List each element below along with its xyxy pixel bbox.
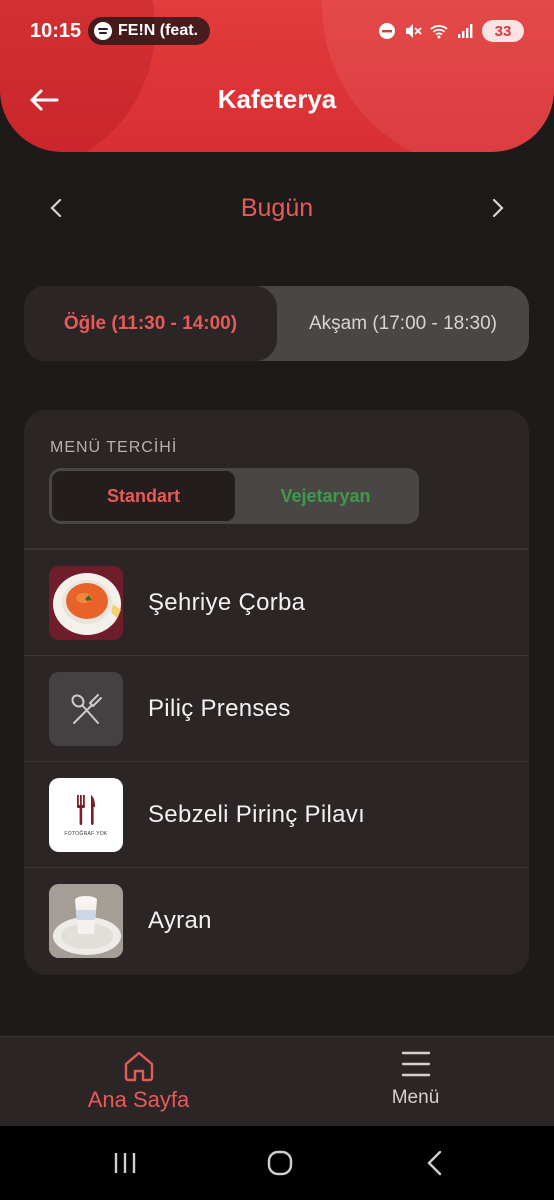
nav-home-button[interactable]: Ana Sayfa	[0, 1037, 277, 1127]
app-header: 10:15 FE!N (feat. 33 Kafeterya	[0, 0, 554, 152]
menu-item-name: Piliç Prenses	[148, 694, 291, 722]
status-icons: 33	[378, 20, 524, 42]
menu-item-name: Ayran	[148, 907, 212, 934]
home-icon	[124, 1051, 153, 1082]
signal-icon	[458, 24, 473, 38]
nav-menu-button[interactable]: Menü	[277, 1037, 554, 1127]
spotify-icon	[94, 22, 112, 40]
wifi-icon	[430, 25, 448, 39]
battery-indicator: 33	[482, 20, 524, 42]
menu-preference-toggle: Standart Vejetaryan	[49, 468, 419, 524]
chevron-right-icon	[492, 198, 504, 218]
hamburger-menu-icon	[401, 1051, 430, 1077]
recent-apps-button[interactable]	[105, 1148, 145, 1178]
back-chevron-icon	[427, 1150, 442, 1176]
tab-dinner[interactable]: Akşam (17:00 - 18:30)	[277, 286, 529, 361]
media-title: FE!N (feat.	[118, 22, 198, 39]
menu-preference-label: MENÜ TERCİHİ	[50, 439, 178, 456]
menu-item-name: Sebzeli Pirinç Pilavı	[148, 800, 366, 828]
selected-date-label: Bugün	[240, 194, 314, 222]
nav-home-label: Ana Sayfa	[87, 1087, 190, 1112]
date-navigator: Bugün	[0, 186, 554, 230]
menu-item[interactable]: Piliç Prenses	[24, 656, 529, 762]
bottom-navigation: Ana Sayfa Menü	[0, 1036, 554, 1126]
no-photo-caption: FOTOĞRAF YOK	[64, 830, 108, 837]
menu-item[interactable]: Ayran	[24, 868, 529, 974]
no-photo-image: FOTOĞRAF YOK	[49, 777, 123, 852]
standard-option-button[interactable]: Standart	[52, 471, 235, 521]
ayran-photo	[49, 884, 123, 958]
menu-card: MENÜ TERCİHİ Standart Vejetaryan Şehriye…	[24, 410, 529, 975]
home-circle-icon	[267, 1150, 293, 1176]
menu-item[interactable]: Şehriye Çorba	[24, 550, 529, 656]
fork-spoon-placeholder-icon	[49, 671, 123, 746]
menu-list: Şehriye Çorba Piliç Prenses FOTOĞRAF YOK…	[24, 550, 529, 974]
recent-apps-icon	[114, 1153, 136, 1173]
nav-menu-label: Menü	[391, 1087, 440, 1108]
home-system-button[interactable]	[260, 1148, 300, 1178]
meal-time-tabs: Öğle (11:30 - 14:00) Akşam (17:00 - 18:3…	[24, 286, 529, 361]
tab-lunch[interactable]: Öğle (11:30 - 14:00)	[24, 286, 277, 361]
mute-icon	[406, 24, 422, 38]
page-title: Kafeterya	[217, 84, 337, 114]
soup-photo	[49, 565, 123, 640]
next-day-button[interactable]	[482, 192, 514, 224]
system-back-button[interactable]	[415, 1148, 455, 1178]
media-notification-pill[interactable]: FE!N (feat.	[88, 17, 210, 45]
do-not-disturb-icon	[379, 23, 395, 39]
vegetarian-option-button[interactable]: Vejetaryan	[235, 471, 416, 521]
status-bar: 10:15 FE!N (feat. 33	[0, 0, 554, 62]
system-navigation-bar	[0, 1126, 554, 1200]
status-time: 10:15	[30, 19, 82, 42]
menu-item[interactable]: FOTOĞRAF YOK Sebzeli Pirinç Pilavı	[24, 762, 529, 868]
menu-item-name: Şehriye Çorba	[148, 588, 306, 616]
